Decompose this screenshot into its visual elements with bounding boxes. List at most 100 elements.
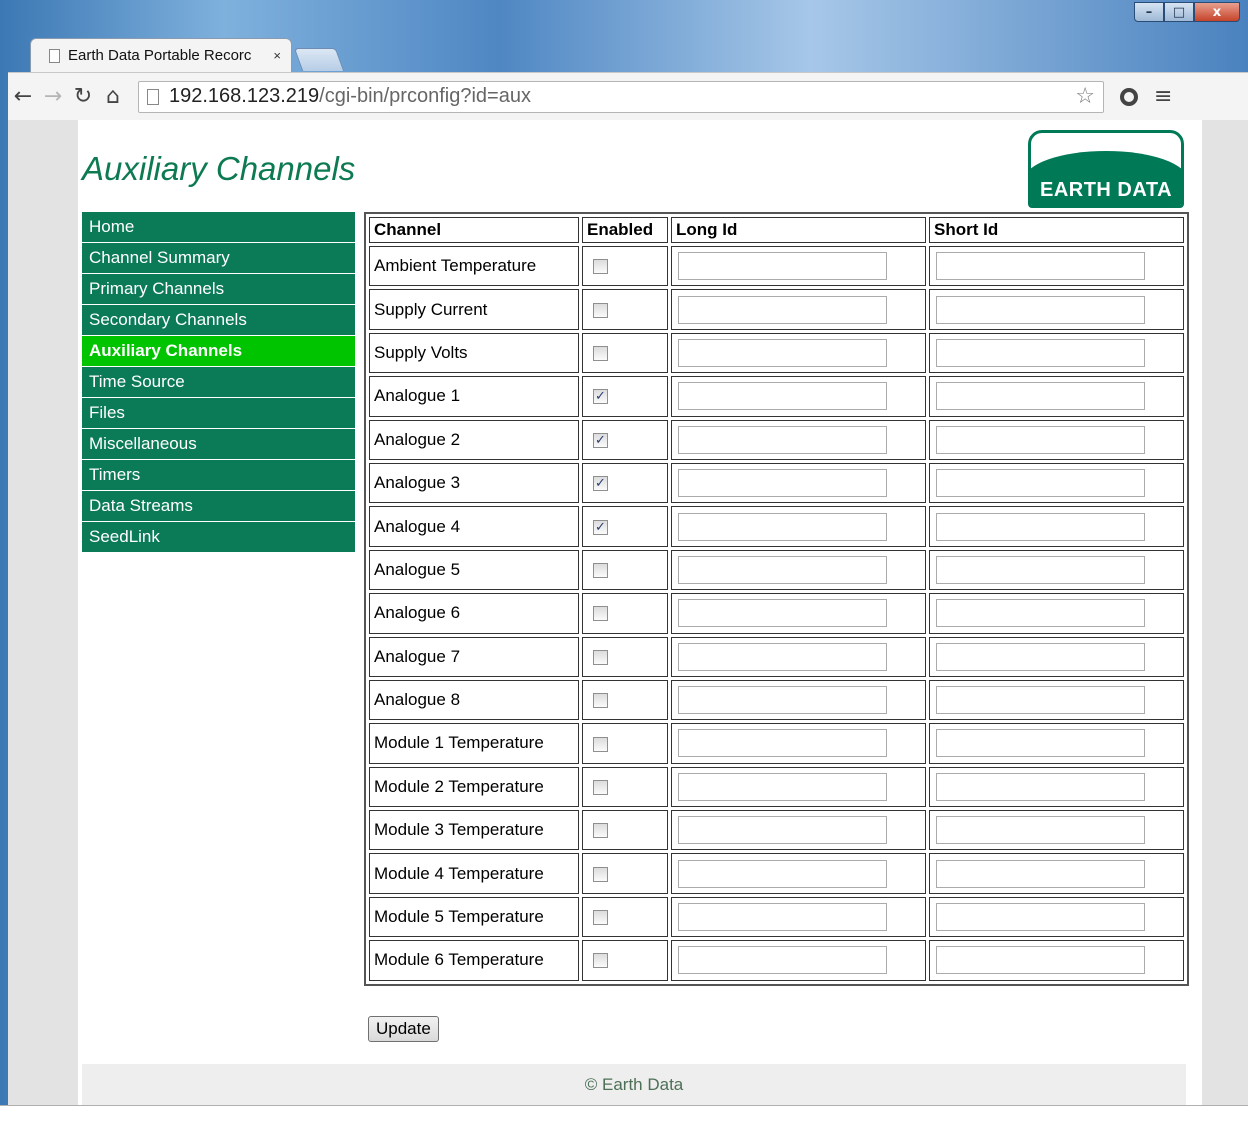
enabled-checkbox[interactable]: ✓	[593, 432, 608, 448]
table-row: Module 1 Temperature	[369, 723, 1184, 764]
long-id-cell	[671, 940, 926, 981]
long-id-input[interactable]	[678, 555, 887, 584]
long-id-input[interactable]	[678, 772, 887, 801]
enabled-checkbox[interactable]	[593, 866, 608, 882]
long-id-input[interactable]	[678, 686, 887, 715]
sidebar-item-channel-summary[interactable]: Channel Summary	[82, 243, 355, 274]
channel-name: Analogue 2	[369, 419, 579, 460]
enabled-checkbox[interactable]	[593, 910, 608, 926]
enabled-checkbox[interactable]	[593, 302, 608, 318]
channel-name: Ambient Temperature	[369, 246, 579, 287]
short-id-input[interactable]	[936, 642, 1145, 671]
address-bar[interactable]: 192.168.123.219/cgi-bin/prconfig?id=aux …	[138, 80, 1104, 113]
enabled-checkbox[interactable]	[593, 693, 608, 709]
enabled-checkbox[interactable]	[593, 562, 608, 578]
long-id-input[interactable]	[678, 425, 887, 454]
short-id-input[interactable]	[936, 946, 1145, 975]
short-id-input[interactable]	[936, 382, 1145, 411]
long-id-input[interactable]	[678, 599, 887, 628]
short-id-input[interactable]	[936, 295, 1145, 324]
long-id-input[interactable]	[678, 816, 887, 845]
url-path: /cgi-bin/prconfig?id=aux	[319, 85, 531, 107]
sidebar-item-home[interactable]: Home	[82, 212, 355, 243]
reload-icon[interactable]: ↻	[68, 84, 98, 109]
new-tab-button[interactable]	[293, 48, 345, 71]
enabled-checkbox[interactable]	[593, 779, 608, 795]
close-window-button[interactable]: x	[1194, 2, 1240, 22]
header-enabled: Enabled	[582, 217, 668, 243]
short-id-input[interactable]	[936, 555, 1145, 584]
sidebar-item-miscellaneous[interactable]: Miscellaneous	[82, 429, 355, 460]
enabled-checkbox[interactable]: ✓	[593, 389, 608, 405]
enabled-cell	[582, 289, 668, 330]
long-id-input[interactable]	[678, 469, 887, 498]
short-id-input[interactable]	[936, 252, 1145, 281]
enabled-checkbox[interactable]: ✓	[593, 476, 608, 492]
long-id-input[interactable]	[678, 382, 887, 411]
extension-icon[interactable]	[1120, 87, 1138, 106]
tab-close-icon[interactable]: ×	[273, 48, 281, 63]
short-id-input[interactable]	[936, 469, 1145, 498]
short-id-input[interactable]	[936, 859, 1145, 888]
long-id-input[interactable]	[678, 338, 887, 367]
back-icon[interactable]: ←	[8, 84, 38, 109]
long-id-cell	[671, 766, 926, 808]
long-id-input[interactable]	[678, 729, 887, 758]
home-icon[interactable]: ⌂	[98, 84, 128, 109]
footer: © Earth Data	[82, 1064, 1186, 1106]
enabled-checkbox[interactable]	[593, 953, 608, 969]
forward-icon[interactable]: →	[38, 84, 68, 109]
page-icon	[147, 88, 159, 105]
short-id-input[interactable]	[936, 816, 1145, 845]
enabled-checkbox[interactable]	[593, 823, 608, 839]
enabled-checkbox[interactable]	[593, 606, 608, 622]
sidebar-item-seedlink[interactable]: SeedLink	[82, 522, 355, 553]
long-id-input[interactable]	[678, 295, 887, 324]
table-row: Module 6 Temperature	[369, 940, 1184, 981]
sidebar-item-files[interactable]: Files	[82, 398, 355, 429]
short-id-input[interactable]	[936, 512, 1145, 541]
short-id-input[interactable]	[936, 729, 1145, 758]
minimize-button[interactable]: –	[1134, 2, 1164, 22]
sidebar-item-secondary-channels[interactable]: Secondary Channels	[82, 305, 355, 336]
short-id-input[interactable]	[936, 425, 1145, 454]
bookmark-star-icon[interactable]: ☆	[1075, 84, 1095, 109]
short-id-input[interactable]	[936, 772, 1145, 801]
long-id-input[interactable]	[678, 642, 887, 671]
table-row: Module 3 Temperature	[369, 810, 1184, 851]
sidebar-item-timers[interactable]: Timers	[82, 460, 355, 491]
short-id-input[interactable]	[936, 338, 1145, 367]
sidebar-item-primary-channels[interactable]: Primary Channels	[82, 274, 355, 305]
short-id-input[interactable]	[936, 686, 1145, 715]
short-id-cell	[929, 506, 1184, 547]
sidebar-item-data-streams[interactable]: Data Streams	[82, 491, 355, 522]
enabled-checkbox[interactable]	[593, 736, 608, 752]
window-bottom-frame	[0, 1105, 1248, 1132]
enabled-checkbox[interactable]: ✓	[593, 519, 608, 535]
channel-name: Analogue 1	[369, 376, 579, 417]
long-id-cell	[671, 376, 926, 417]
update-button[interactable]: Update	[368, 1016, 439, 1042]
enabled-cell	[582, 766, 668, 808]
short-id-input[interactable]	[936, 903, 1145, 932]
long-id-input[interactable]	[678, 903, 887, 932]
long-id-cell	[671, 679, 926, 721]
short-id-cell	[929, 940, 1184, 981]
sidebar-item-auxiliary-channels[interactable]: Auxiliary Channels	[82, 336, 355, 367]
table-row: Analogue 5	[369, 549, 1184, 591]
short-id-input[interactable]	[936, 599, 1145, 628]
long-id-input[interactable]	[678, 252, 887, 281]
enabled-checkbox[interactable]	[593, 649, 608, 665]
long-id-input[interactable]	[678, 946, 887, 975]
enabled-cell	[582, 940, 668, 981]
maximize-button[interactable]: □	[1164, 2, 1194, 22]
browser-window: – □ x Earth Data Portable Recorc × ← → ↻…	[0, 0, 1248, 1132]
enabled-checkbox[interactable]	[593, 259, 608, 275]
long-id-input[interactable]	[678, 859, 887, 888]
sidebar-item-time-source[interactable]: Time Source	[82, 367, 355, 398]
menu-icon[interactable]: ≡	[1154, 84, 1172, 109]
browser-tab[interactable]: Earth Data Portable Recorc ×	[30, 38, 292, 72]
long-id-input[interactable]	[678, 512, 887, 541]
enabled-cell	[582, 593, 668, 634]
enabled-checkbox[interactable]	[593, 345, 608, 361]
